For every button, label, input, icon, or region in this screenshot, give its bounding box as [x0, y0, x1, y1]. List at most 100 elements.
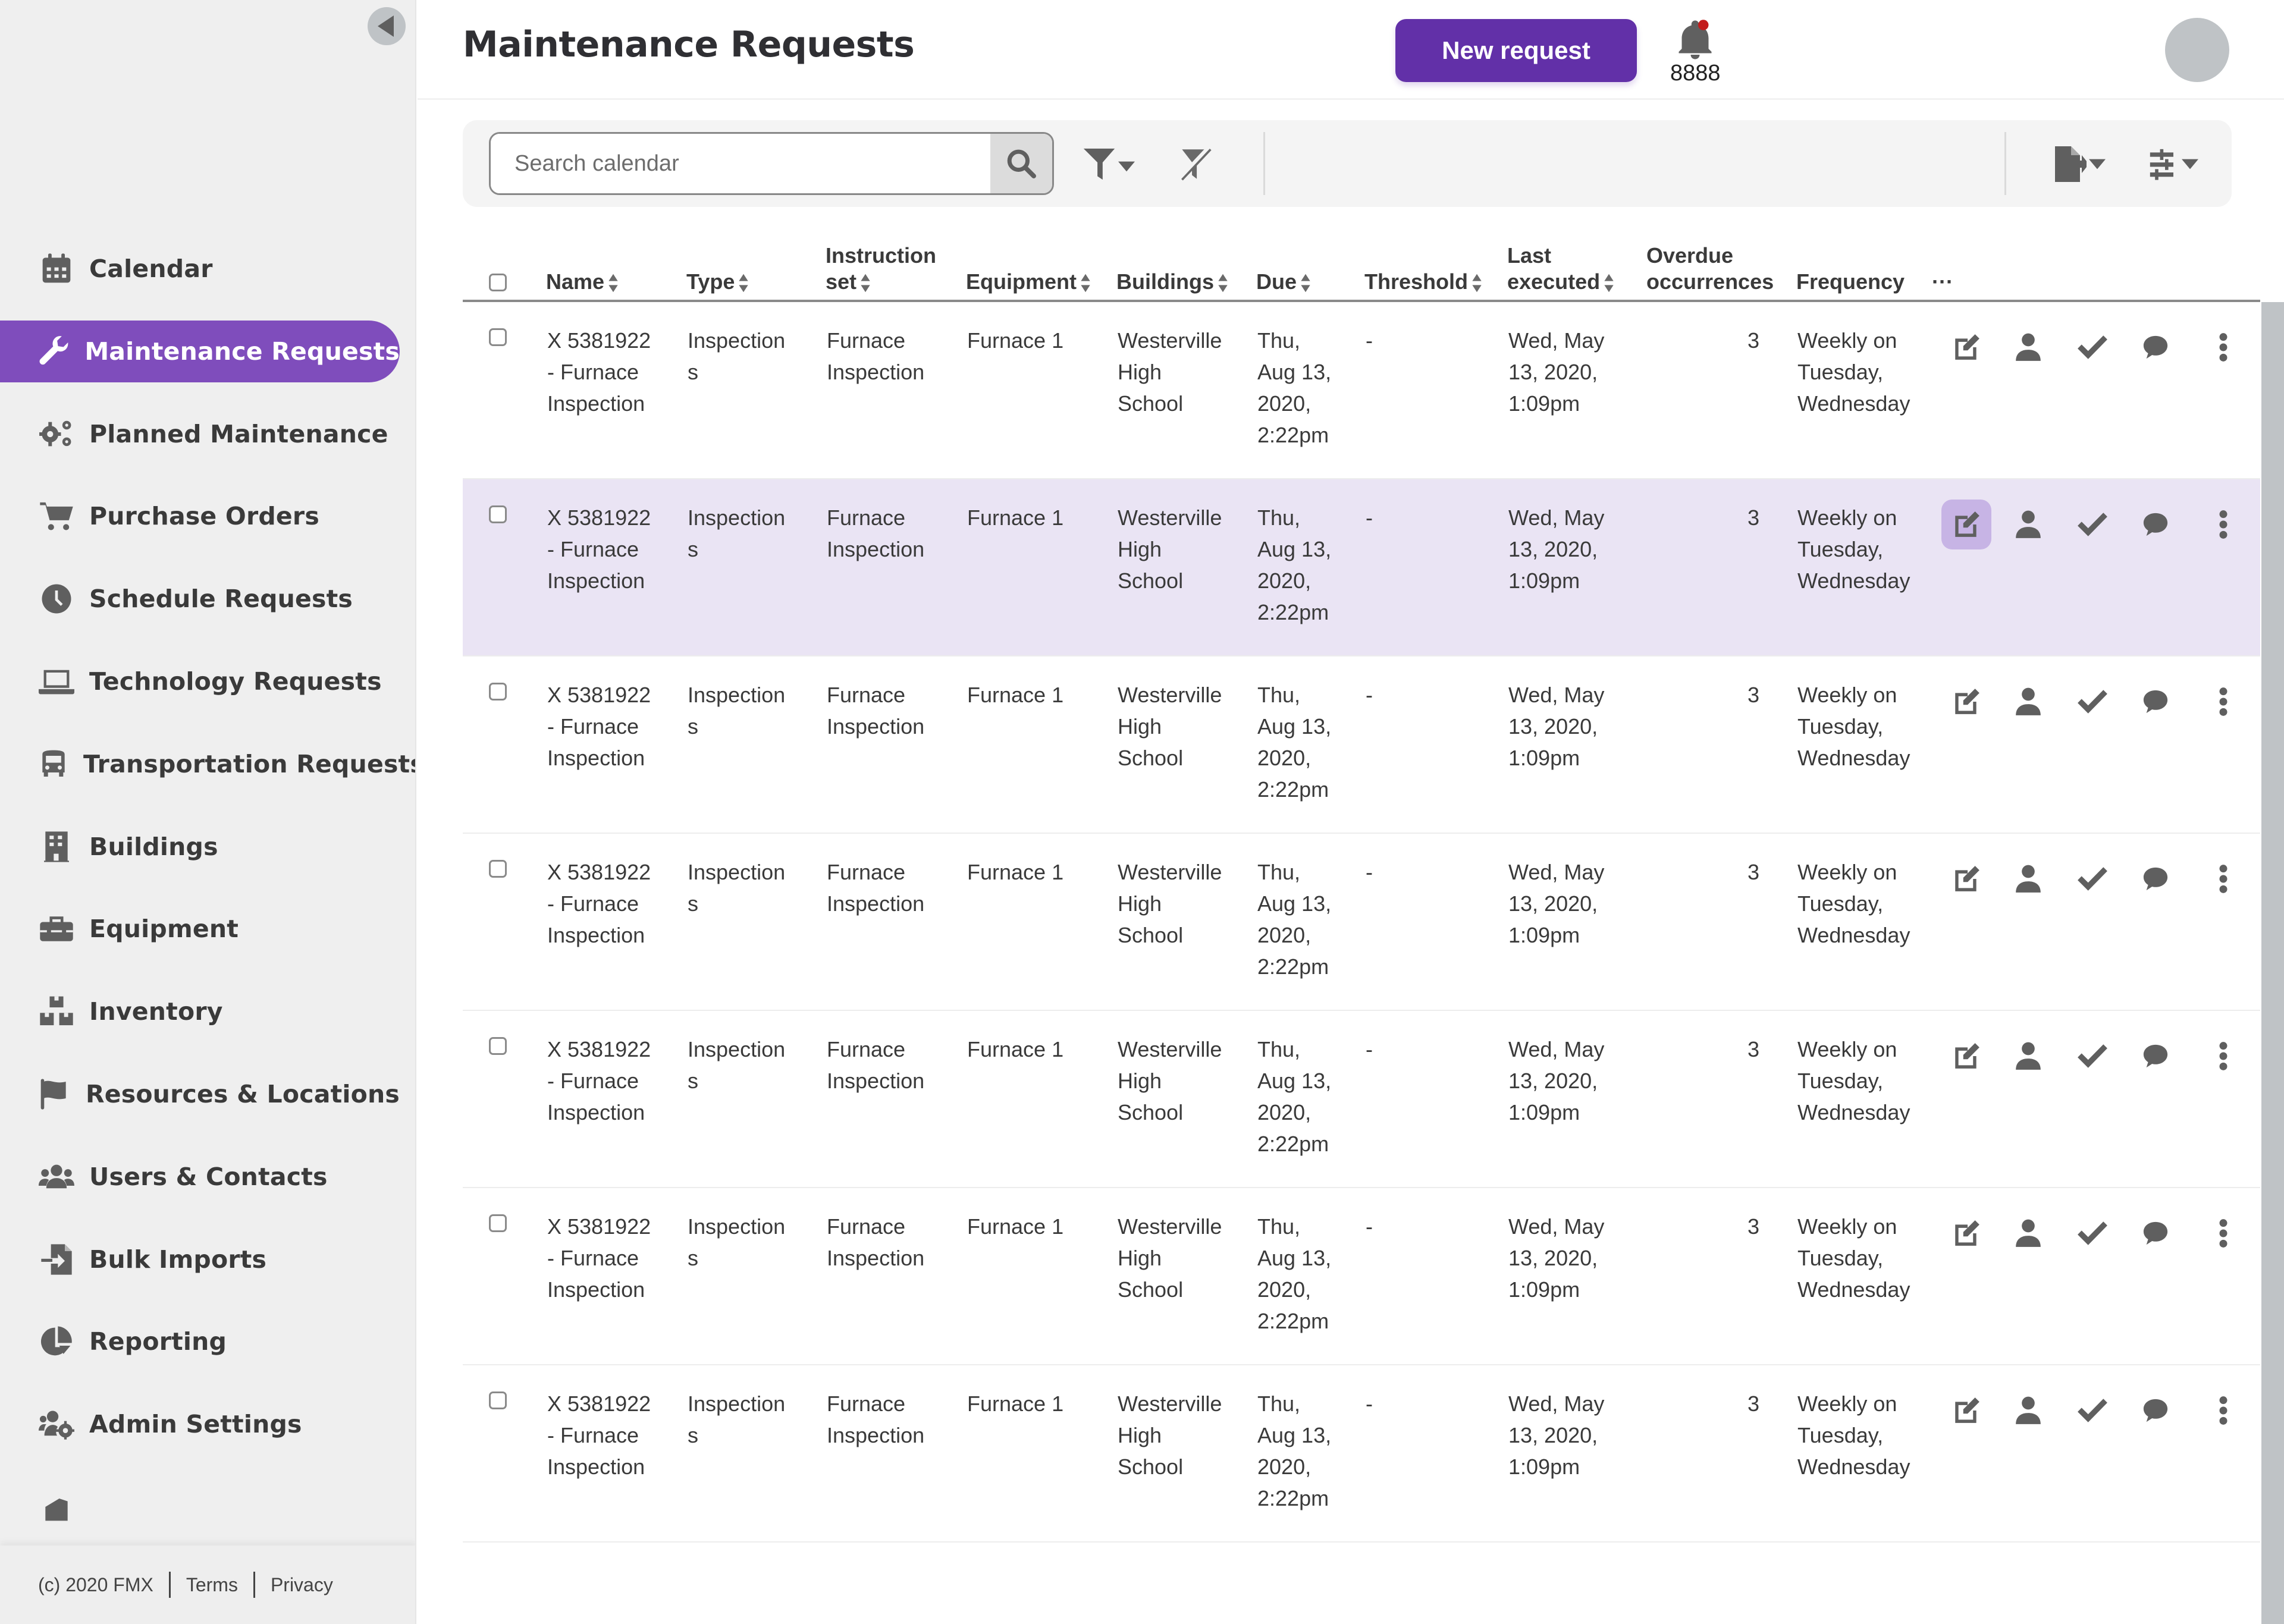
table-row[interactable]: X 5381922 - Furnace Inspection Inspection s F…	[463, 1365, 2260, 1543]
more-action-button[interactable]	[2198, 322, 2248, 372]
sidebar-item-buildings[interactable]: Buildings	[0, 816, 400, 878]
sidebar-item-planned-maintenance[interactable]: Planned Maintenance	[0, 403, 400, 465]
edit-action-button[interactable]	[1941, 322, 1991, 372]
comment-action-button[interactable]	[2131, 500, 2181, 549]
column-header-due[interactable]: Due	[1256, 269, 1311, 295]
row-checkbox[interactable]	[489, 1037, 507, 1055]
complete-action-button[interactable]	[2067, 1386, 2117, 1435]
column-header-instruction-set[interactable]: Instruction set	[826, 243, 936, 295]
edit-action-button[interactable]	[1941, 1386, 1991, 1435]
sidebar-item-equipment[interactable]: Equipment	[0, 898, 400, 960]
column-header-name[interactable]: Name	[546, 269, 619, 295]
complete-action-button[interactable]	[2067, 322, 2117, 372]
comment-action-button[interactable]	[2131, 322, 2181, 372]
column-header-last-executed[interactable]: Last executed	[1507, 243, 1614, 295]
column-header-type[interactable]: Type	[686, 269, 749, 295]
row-checkbox[interactable]	[489, 683, 507, 701]
table-row[interactable]: X 5381922 - Furnace Inspection Inspection s F…	[463, 656, 2260, 834]
sidebar-item-inventory[interactable]: Inventory	[0, 981, 400, 1042]
more-action-button[interactable]	[2198, 1031, 2248, 1081]
more-action-button[interactable]	[2198, 1386, 2248, 1435]
column-header-more[interactable]: ···	[1932, 269, 1953, 295]
assign-action-button[interactable]	[2003, 322, 2053, 372]
table-row[interactable]: X 5381922 - Furnace Inspection Inspection s F…	[463, 1188, 2260, 1365]
complete-action-button[interactable]	[2067, 500, 2117, 549]
more-action-button[interactable]	[2198, 677, 2248, 727]
more-action-button[interactable]	[2198, 854, 2248, 904]
sidebar-item-purchase-orders[interactable]: Purchase Orders	[0, 485, 400, 547]
sort-icon[interactable]	[1218, 273, 1228, 293]
sort-icon[interactable]	[1300, 273, 1311, 293]
export-dropdown-button[interactable]	[2052, 142, 2106, 187]
edit-action-button[interactable]	[1941, 854, 1991, 904]
column-header-equipment[interactable]: Equipment	[966, 269, 1091, 295]
comment-action-button[interactable]	[2131, 1386, 2181, 1435]
sidebar-item-schedule-requests[interactable]: Schedule Requests	[0, 568, 400, 630]
sort-icon[interactable]	[860, 273, 871, 293]
table-row[interactable]: X 5381922 - Furnace Inspection Inspection s F…	[463, 479, 2260, 656]
cell-overdue: 3	[1747, 328, 1760, 353]
table-row[interactable]: X 5381922 - Furnace Inspection Inspection s F…	[463, 834, 2260, 1011]
terms-link[interactable]: Terms	[186, 1574, 238, 1596]
row-checkbox[interactable]	[489, 1391, 507, 1409]
sidebar-item-reporting[interactable]: Reporting	[0, 1311, 400, 1372]
search-input[interactable]	[491, 134, 992, 193]
sort-icon[interactable]	[1604, 273, 1614, 293]
edit-action-button[interactable]	[1941, 1208, 1991, 1258]
clear-filter-button[interactable]	[1176, 142, 1213, 187]
assign-action-button[interactable]	[2003, 1031, 2053, 1081]
sort-icon[interactable]	[1080, 273, 1091, 293]
column-header-buildings[interactable]: Buildings	[1116, 269, 1228, 295]
edit-action-button[interactable]	[1941, 677, 1991, 727]
sidebar-item-admin-settings[interactable]: Admin Settings	[0, 1393, 400, 1455]
column-header-threshold[interactable]: Threshold	[1364, 269, 1482, 295]
comment-action-button[interactable]	[2131, 677, 2181, 727]
sidebar-item-resources-and-locations[interactable]: Resources & Locations	[0, 1063, 400, 1125]
sort-icon[interactable]	[608, 273, 619, 293]
cell-line: Westerville	[1118, 1037, 1222, 1061]
edit-action-button[interactable]	[1941, 1031, 1991, 1081]
complete-action-button[interactable]	[2067, 854, 2117, 904]
complete-action-button[interactable]	[2067, 1031, 2117, 1081]
sort-icon[interactable]	[738, 273, 749, 293]
row-checkbox[interactable]	[489, 860, 507, 878]
sort-icon[interactable]	[1472, 273, 1482, 293]
search-button[interactable]	[990, 134, 1052, 193]
complete-action-button[interactable]	[2067, 677, 2117, 727]
sidebar-item-clipped[interactable]	[0, 1476, 400, 1538]
new-request-button[interactable]: New request	[1395, 19, 1637, 82]
assign-action-button[interactable]	[2003, 500, 2053, 549]
table-row[interactable]: X 5381922 - Furnace Inspection Inspection s F…	[463, 302, 2260, 479]
row-checkbox[interactable]	[489, 1214, 507, 1232]
collapse-sidebar-button[interactable]	[368, 7, 406, 45]
more-action-button[interactable]	[2198, 1208, 2248, 1258]
cell-line: High	[1118, 360, 1162, 384]
assign-action-button[interactable]	[2003, 854, 2053, 904]
assign-action-button[interactable]	[2003, 1386, 2053, 1435]
privacy-link[interactable]: Privacy	[271, 1574, 333, 1596]
table-row[interactable]: X 5381922 - Furnace Inspection Inspection s F…	[463, 1011, 2260, 1188]
assign-action-button[interactable]	[2003, 1208, 2053, 1258]
complete-action-button[interactable]	[2067, 1208, 2117, 1258]
sidebar-item-technology-requests[interactable]: Technology Requests	[0, 651, 400, 712]
comment-action-button[interactable]	[2131, 854, 2181, 904]
filter-dropdown-button[interactable]	[1081, 142, 1135, 187]
cell-line: Inspection	[827, 891, 925, 916]
sidebar-item-bulk-imports[interactable]: Bulk Imports	[0, 1229, 400, 1290]
sidebar-item-maintenance-requests[interactable]: Maintenance Requests	[0, 320, 400, 382]
user-avatar[interactable]	[2165, 18, 2229, 82]
edit-action-button[interactable]	[1941, 500, 1991, 549]
assign-action-button[interactable]	[2003, 677, 2053, 727]
select-all-checkbox[interactable]	[489, 274, 507, 291]
notifications-button[interactable]: 8888	[1670, 19, 1721, 86]
row-checkbox[interactable]	[489, 328, 507, 346]
more-action-button[interactable]	[2198, 500, 2248, 549]
sidebar-item-calendar[interactable]: Calendar	[0, 238, 400, 300]
comment-action-button[interactable]	[2131, 1031, 2181, 1081]
comment-action-button[interactable]	[2131, 1208, 2181, 1258]
row-checkbox[interactable]	[489, 505, 507, 523]
sidebar-item-users-and-contacts[interactable]: Users & Contacts	[0, 1146, 400, 1208]
vertical-scrollbar[interactable]	[2261, 302, 2284, 1624]
column-settings-dropdown-button[interactable]	[2150, 142, 2198, 187]
sidebar-item-transportation-requests[interactable]: Transportation Requests	[0, 733, 415, 795]
